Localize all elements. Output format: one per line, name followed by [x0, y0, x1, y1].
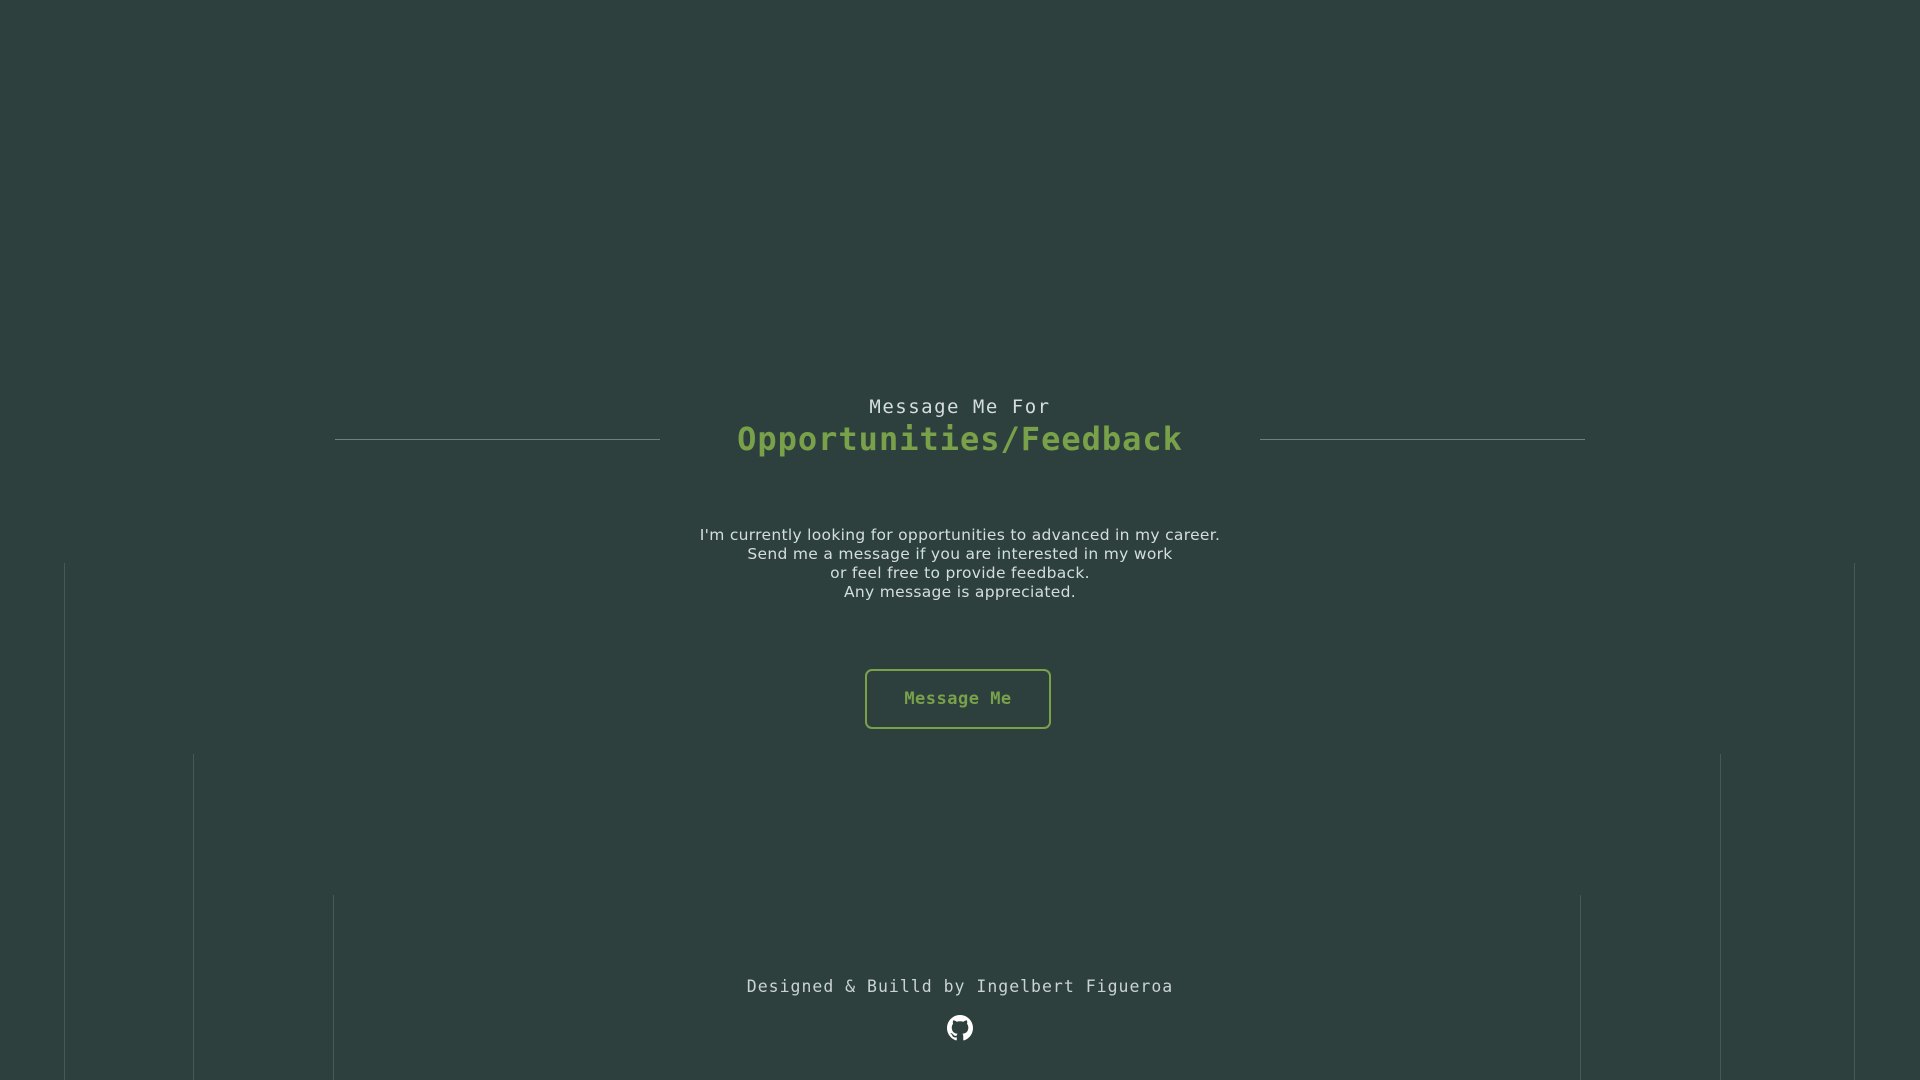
decorative-line-right-outer — [1854, 563, 1855, 1080]
decorative-line-left-outer — [64, 563, 65, 1080]
section-subtitle: Message Me For — [869, 396, 1051, 418]
decorative-line-left-middle — [193, 754, 194, 1080]
decorative-line-right-middle — [1720, 754, 1721, 1080]
description-line: I'm currently looking for opportunities … — [699, 526, 1221, 544]
description-line: Any message is appreciated. — [844, 583, 1076, 601]
description-line: Send me a message if you are interested … — [747, 545, 1173, 563]
footer-credit: Designed & Builld by Ingelbert Figueroa — [746, 977, 1174, 996]
section-title: Opportunities/Feedback — [737, 420, 1183, 458]
github-icon — [947, 1015, 973, 1041]
description-line: or feel free to provide feedback. — [830, 564, 1090, 582]
contact-description: I'm currently looking for opportunities … — [0, 526, 1920, 602]
github-link[interactable] — [947, 1015, 973, 1041]
message-me-button[interactable]: Message Me — [865, 669, 1051, 729]
